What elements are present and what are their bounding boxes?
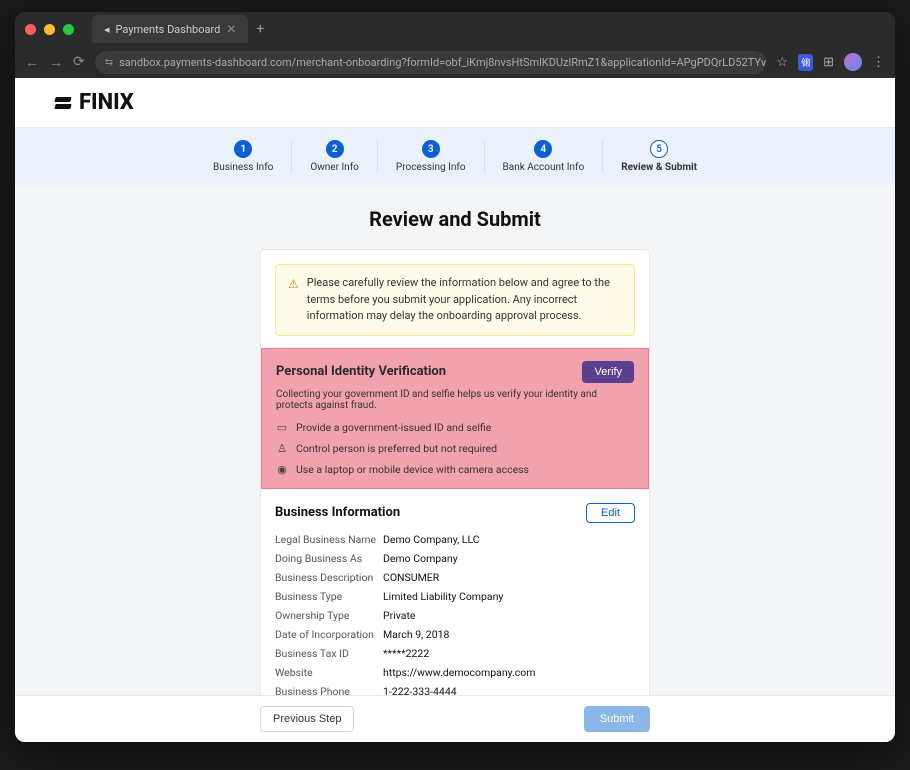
submit-button[interactable]: Submit	[584, 706, 650, 732]
field-value: Demo Company, LLC	[383, 533, 480, 546]
identity-item: ♙Control person is preferred but not req…	[276, 442, 634, 455]
step-label: Bank Account Info	[503, 162, 585, 173]
field-value: *****2222	[383, 647, 429, 660]
browser-tab[interactable]: ◂ Payments Dashboard ✕	[92, 15, 248, 43]
field-label: Website	[275, 666, 383, 679]
url-bar: ← → ⟳ ⇆ sandbox.payments-dashboard.com/m…	[15, 46, 895, 78]
field-label: Business Tax ID	[275, 647, 383, 660]
extensions-icon[interactable]: ⊞	[823, 55, 834, 70]
url-field[interactable]: ⇆ sandbox.payments-dashboard.com/merchan…	[95, 51, 767, 74]
step-label: Business Info	[213, 162, 273, 173]
field-row: Business TypeLimited Liability Company	[275, 590, 635, 603]
review-card: ⚠ Please carefully review the informatio…	[260, 249, 650, 742]
verify-button[interactable]: Verify	[582, 361, 634, 383]
step-number: 1	[234, 140, 252, 158]
identity-item: ▭Provide a government-issued ID and self…	[276, 421, 634, 434]
field-row: Business DescriptionCONSUMER	[275, 571, 635, 584]
step-business-info[interactable]: 1 Business Info	[195, 140, 292, 173]
step-number: 3	[422, 140, 440, 158]
page-content: FINIX 1 Business Info 2 Owner Info 3 Pro…	[15, 78, 895, 742]
step-number: 4	[534, 140, 552, 158]
edit-business-button[interactable]: Edit	[586, 503, 635, 523]
profile-avatar[interactable]	[844, 53, 862, 71]
page-title: Review and Submit	[15, 207, 895, 231]
field-row: Legal Business NameDemo Company, LLC	[275, 533, 635, 546]
new-tab-button[interactable]: +	[256, 21, 264, 37]
step-bank-account-info[interactable]: 4 Bank Account Info	[485, 140, 604, 173]
field-value: Demo Company	[383, 552, 458, 565]
close-icon[interactable]: ✕	[226, 22, 236, 36]
site-info-icon: ⇆	[105, 57, 113, 68]
step-label: Review & Submit	[621, 162, 697, 173]
field-label: Business Description	[275, 571, 383, 584]
step-review-submit[interactable]: 5 Review & Submit	[603, 140, 715, 173]
logo: FINIX	[55, 90, 855, 115]
footer-bar: Previous Step Submit	[15, 695, 895, 742]
identity-verification-panel: Personal Identity Verification Verify Co…	[261, 348, 649, 489]
traffic-lights	[25, 24, 74, 35]
field-label: Legal Business Name	[275, 533, 383, 546]
menu-icon[interactable]: ⋮	[872, 55, 885, 70]
logo-mark-icon	[55, 97, 71, 109]
tab-bar: ◂ Payments Dashboard ✕ +	[15, 12, 895, 46]
window-close-icon[interactable]	[25, 24, 36, 35]
field-row: Business Tax ID*****2222	[275, 647, 635, 660]
browser-window: ◂ Payments Dashboard ✕ + ← → ⟳ ⇆ sandbox…	[15, 12, 895, 742]
step-owner-info[interactable]: 2 Owner Info	[292, 140, 378, 173]
window-minimize-icon[interactable]	[44, 24, 55, 35]
star-icon[interactable]: ☆	[776, 55, 788, 70]
identity-title: Personal Identity Verification	[276, 364, 446, 379]
step-number: 5	[650, 140, 668, 158]
window-maximize-icon[interactable]	[63, 24, 74, 35]
tab-title: Payments Dashboard	[116, 23, 221, 36]
warning-alert: ⚠ Please carefully review the informatio…	[275, 264, 635, 336]
section-title: Business Information	[275, 505, 400, 520]
url-text: sandbox.payments-dashboard.com/merchant-…	[119, 56, 766, 69]
field-row: Date of IncorporationMarch 9, 2018	[275, 628, 635, 641]
step-processing-info[interactable]: 3 Processing Info	[378, 140, 485, 173]
translate-icon[interactable]: ㋿	[798, 54, 813, 71]
field-value: March 9, 2018	[383, 628, 449, 641]
previous-step-button[interactable]: Previous Step	[260, 706, 354, 732]
field-value: https://www.democompany.com	[383, 666, 536, 679]
field-value: Private	[383, 609, 415, 622]
forward-icon[interactable]: →	[49, 54, 63, 71]
person-icon: ♙	[276, 442, 288, 455]
main-scroll: Review and Submit ⚠ Please carefully rev…	[15, 185, 895, 742]
warning-icon: ⚠	[288, 275, 299, 325]
stepper: 1 Business Info 2 Owner Info 3 Processin…	[15, 128, 895, 185]
app-header: FINIX	[15, 78, 895, 128]
field-label: Ownership Type	[275, 609, 383, 622]
field-row: Ownership TypePrivate	[275, 609, 635, 622]
field-label: Date of Incorporation	[275, 628, 383, 641]
reload-icon[interactable]: ⟳	[73, 54, 85, 70]
step-label: Owner Info	[310, 162, 359, 173]
field-row: Websitehttps://www.democompany.com	[275, 666, 635, 679]
id-card-icon: ▭	[276, 421, 288, 434]
alert-text: Please carefully review the information …	[307, 275, 622, 325]
back-icon[interactable]: ←	[25, 54, 39, 71]
identity-item: ◉Use a laptop or mobile device with came…	[276, 463, 634, 476]
step-number: 2	[326, 140, 344, 158]
tab-favicon: ◂	[104, 23, 110, 36]
identity-subtitle: Collecting your government ID and selfie…	[276, 389, 634, 411]
camera-icon: ◉	[276, 463, 288, 476]
logo-text: FINIX	[79, 90, 134, 115]
field-value: Limited Liability Company	[383, 590, 503, 603]
field-label: Doing Business As	[275, 552, 383, 565]
field-row: Doing Business AsDemo Company	[275, 552, 635, 565]
step-label: Processing Info	[396, 162, 466, 173]
field-label: Business Type	[275, 590, 383, 603]
field-value: CONSUMER	[383, 571, 439, 584]
